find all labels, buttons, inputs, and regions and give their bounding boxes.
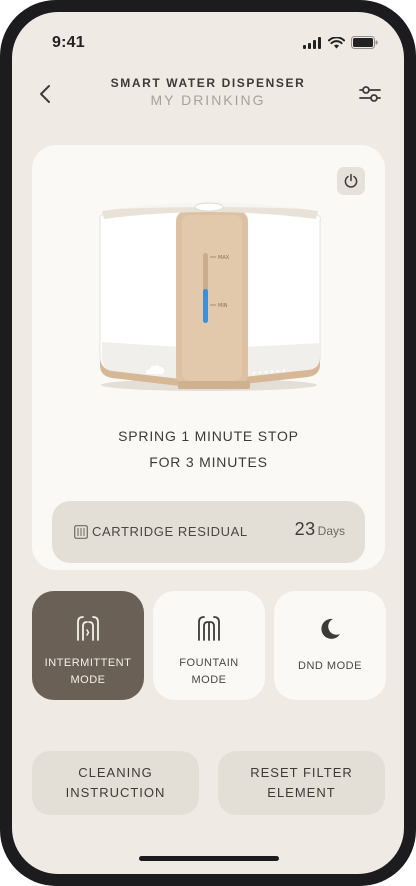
cartridge-value: 23 Days: [295, 519, 345, 540]
app-screen: 9:41 SMART WATER DISPENSER MY DRINKING M…: [12, 12, 404, 874]
page-title: SMART WATER DISPENSER: [110, 76, 306, 90]
status-line-1: SPRING 1 MINUTE STOP: [118, 428, 299, 444]
cleaning-instruction-button[interactable]: CLEANING INSTRUCTION: [32, 751, 199, 815]
fountain-mode-label-2: MODE: [191, 674, 227, 686]
power-button[interactable]: [337, 167, 365, 195]
reset-filter-button[interactable]: RESET FILTER ELEMENT: [218, 751, 385, 815]
fountain-icon: [198, 616, 220, 641]
intermittent-mode-label-2: MODE: [70, 674, 106, 686]
status-message: SPRING 1 MINUTE STOP FOR 3 MINUTES: [32, 423, 385, 475]
cartridge-unit: Days: [317, 524, 345, 538]
dnd-mode-button[interactable]: DND MODE: [274, 591, 386, 700]
reset-filter-label: RESET FILTER: [250, 765, 353, 780]
moon-icon: [321, 618, 340, 639]
power-icon: [344, 173, 358, 188]
battery-icon: [351, 36, 378, 49]
phone-frame: 9:41 SMART WATER DISPENSER MY DRINKING M…: [0, 0, 416, 886]
settings-button[interactable]: [358, 82, 382, 106]
device-card: MAX MIN SPRING 1 MINUTE STOP FOR 3 MINUT…: [32, 145, 385, 570]
cleaning-instruction-label-2: INSTRUCTION: [65, 785, 166, 800]
status-icons: [303, 36, 378, 49]
fountain-mode-button[interactable]: FOUNTAIN MODE: [153, 591, 265, 700]
fountain-mode-label: FOUNTAIN: [179, 657, 239, 669]
max-label: MAX: [218, 255, 230, 261]
water-dispenser-image: MAX MIN: [99, 202, 321, 391]
reset-filter-label-2: ELEMENT: [267, 785, 336, 800]
cartridge-days: 23: [294, 519, 316, 539]
home-indicator[interactable]: [139, 856, 279, 861]
intermittent-icon: [77, 616, 99, 641]
min-label: MIN: [218, 303, 228, 309]
wifi-icon: [328, 36, 345, 48]
cartridge-residual-panel: CARTRIDGE RESIDUAL 23 Days: [52, 501, 365, 563]
dnd-mode-label: DND MODE: [298, 660, 362, 672]
cleaning-instruction-label: CLEANING: [78, 765, 153, 780]
filter-cartridge-icon: [74, 525, 88, 539]
cartridge-label: CARTRIDGE RESIDUAL: [92, 524, 248, 539]
status-line-2: FOR 3 MINUTES: [149, 454, 268, 470]
signal-icon: [303, 36, 321, 49]
intermittent-mode-label: INTERMITTENT: [44, 657, 132, 669]
page-subtitle: MY DRINKING: [150, 92, 266, 108]
sliders-icon: [359, 86, 381, 102]
intermittent-mode-button[interactable]: INTERMITTENT MODE: [32, 591, 144, 700]
status-time: 9:41: [52, 34, 85, 51]
